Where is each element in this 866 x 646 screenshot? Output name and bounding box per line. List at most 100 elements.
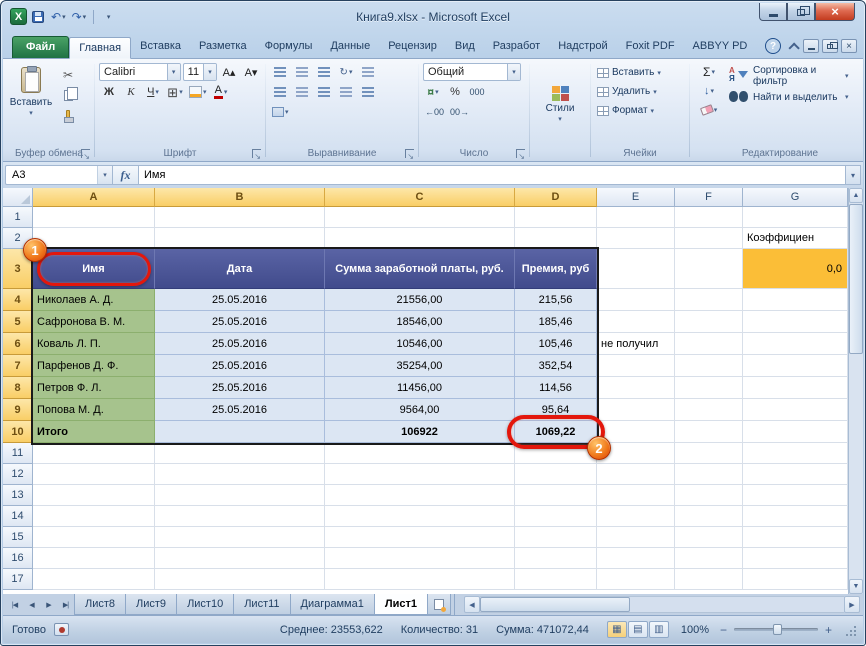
percent-style-button[interactable]: % — [445, 83, 465, 101]
zoom-slider-thumb[interactable] — [773, 624, 782, 635]
clipboard-dialog-launcher[interactable] — [81, 149, 90, 158]
cell-D5[interactable]: 185,46 — [515, 311, 597, 333]
cell-F1[interactable] — [675, 207, 743, 228]
cell-G1[interactable] — [743, 207, 848, 228]
row-header-13[interactable]: 13 — [3, 485, 33, 506]
cell-C6[interactable]: 10546,00 — [325, 333, 515, 355]
cell-F3[interactable] — [675, 249, 743, 289]
number-dialog-launcher[interactable] — [516, 149, 525, 158]
cell-C12[interactable] — [325, 464, 515, 485]
cell-A15[interactable] — [33, 527, 155, 548]
help-button[interactable]: ? — [765, 38, 781, 54]
cell-F17[interactable] — [675, 569, 743, 590]
cell-A16[interactable] — [33, 548, 155, 569]
cell-F6[interactable] — [675, 333, 743, 355]
cell-B16[interactable] — [155, 548, 325, 569]
cell-B7[interactable]: 25.05.2016 — [155, 355, 325, 377]
font-color-button[interactable]: А▾ — [211, 83, 231, 101]
column-header-G[interactable]: G — [743, 188, 848, 207]
align-center-button[interactable] — [292, 83, 312, 101]
accounting-format-button[interactable]: ¤▾ — [423, 83, 443, 101]
cell-B5[interactable]: 25.05.2016 — [155, 311, 325, 333]
cell-G7[interactable] — [743, 355, 848, 377]
decrease-font-button[interactable]: А▾ — [241, 63, 261, 81]
column-header-B[interactable]: B — [155, 188, 325, 207]
cell-C13[interactable] — [325, 485, 515, 506]
cell-C4[interactable]: 21556,00 — [325, 289, 515, 311]
cell-A1[interactable] — [33, 207, 155, 228]
cell-styles-button[interactable]: Стили ▾ — [534, 63, 586, 146]
cell-E4[interactable] — [597, 289, 675, 311]
align-left-button[interactable] — [270, 83, 290, 101]
cell-B9[interactable]: 25.05.2016 — [155, 399, 325, 421]
cell-F8[interactable] — [675, 377, 743, 399]
clear-button[interactable]: ▾ — [694, 101, 724, 119]
cell-G9[interactable] — [743, 399, 848, 421]
increase-decimal-button[interactable]: ←00 — [423, 103, 446, 121]
font-dialog-launcher[interactable] — [252, 149, 261, 158]
cell-F7[interactable] — [675, 355, 743, 377]
cell-C1[interactable] — [325, 207, 515, 228]
cell-G10[interactable] — [743, 421, 848, 443]
cell-C16[interactable] — [325, 548, 515, 569]
zoom-track[interactable] — [734, 628, 818, 631]
delete-cells-button[interactable]: Удалить ▾ — [595, 82, 685, 101]
align-right-button[interactable] — [314, 83, 334, 101]
vertical-scroll-thumb[interactable] — [849, 204, 863, 354]
row-header-11[interactable]: 11 — [3, 443, 33, 464]
minimize-button[interactable] — [759, 3, 787, 21]
align-top-button[interactable] — [270, 63, 290, 81]
cell-B2[interactable] — [155, 228, 325, 249]
bold-button[interactable]: Ж — [99, 83, 119, 101]
align-middle-button[interactable] — [292, 63, 312, 81]
zoom-out-button[interactable]: − — [717, 623, 730, 636]
insert-function-button[interactable]: fx — [113, 165, 139, 185]
workbook-close-button[interactable]: × — [841, 39, 857, 53]
cell-F2[interactable] — [675, 228, 743, 249]
cell-F16[interactable] — [675, 548, 743, 569]
cell-C10[interactable]: 106922 — [325, 421, 515, 443]
borders-button[interactable]: ⊞▾ — [165, 83, 185, 101]
cell-B15[interactable] — [155, 527, 325, 548]
cell-G8[interactable] — [743, 377, 848, 399]
cell-A11[interactable] — [33, 443, 155, 464]
scroll-down-button[interactable]: ▼ — [849, 579, 863, 594]
cell-A10[interactable]: Итого — [33, 421, 155, 443]
row-header-17[interactable]: 17 — [3, 569, 33, 590]
insert-worksheet-button[interactable] — [427, 594, 451, 615]
view-normal-button[interactable]: ▦ — [607, 621, 627, 638]
cell-B10[interactable] — [155, 421, 325, 443]
cell-A13[interactable] — [33, 485, 155, 506]
minimize-ribbon-button[interactable] — [784, 39, 800, 53]
row-header-10[interactable]: 10 — [3, 421, 33, 443]
column-header-D[interactable]: D — [515, 188, 597, 207]
cell-G6[interactable] — [743, 333, 848, 355]
cell-A7[interactable]: Парфенов Д. Ф. — [33, 355, 155, 377]
cell-B6[interactable]: 25.05.2016 — [155, 333, 325, 355]
cell-F9[interactable] — [675, 399, 743, 421]
first-sheet-button[interactable]: |◀ — [6, 594, 23, 615]
excel-app-icon[interactable]: X — [10, 8, 27, 25]
cell-E2[interactable] — [597, 228, 675, 249]
font-size-select[interactable]: 11 ▾ — [183, 63, 217, 81]
cell-C5[interactable]: 18546,00 — [325, 311, 515, 333]
sheet-tab-list11[interactable]: Лист11 — [233, 594, 290, 615]
decrease-decimal-button[interactable]: 00→ — [448, 103, 471, 121]
cell-C3[interactable]: Сумма заработной платы, руб. — [325, 249, 515, 289]
title-bar[interactable]: X ↶▾ ↷▾ ▾ Книга9.xlsx - Microsoft Excel … — [3, 3, 863, 33]
cell-A4[interactable]: Николаев А. Д. — [33, 289, 155, 311]
cell-A12[interactable] — [33, 464, 155, 485]
formula-input[interactable]: Имя — [139, 165, 846, 185]
cell-C11[interactable] — [325, 443, 515, 464]
tab-data[interactable]: Данные — [321, 36, 379, 58]
row-header-16[interactable]: 16 — [3, 548, 33, 569]
cell-E3[interactable] — [597, 249, 675, 289]
cell-B17[interactable] — [155, 569, 325, 590]
cell-C17[interactable] — [325, 569, 515, 590]
increase-indent-button[interactable] — [358, 83, 378, 101]
cell-G15[interactable] — [743, 527, 848, 548]
sheet-tab-list8[interactable]: Лист8 — [74, 594, 126, 615]
cell-D12[interactable] — [515, 464, 597, 485]
view-page-break-button[interactable]: ▥ — [649, 621, 669, 638]
cell-A9[interactable]: Попова М. Д. — [33, 399, 155, 421]
